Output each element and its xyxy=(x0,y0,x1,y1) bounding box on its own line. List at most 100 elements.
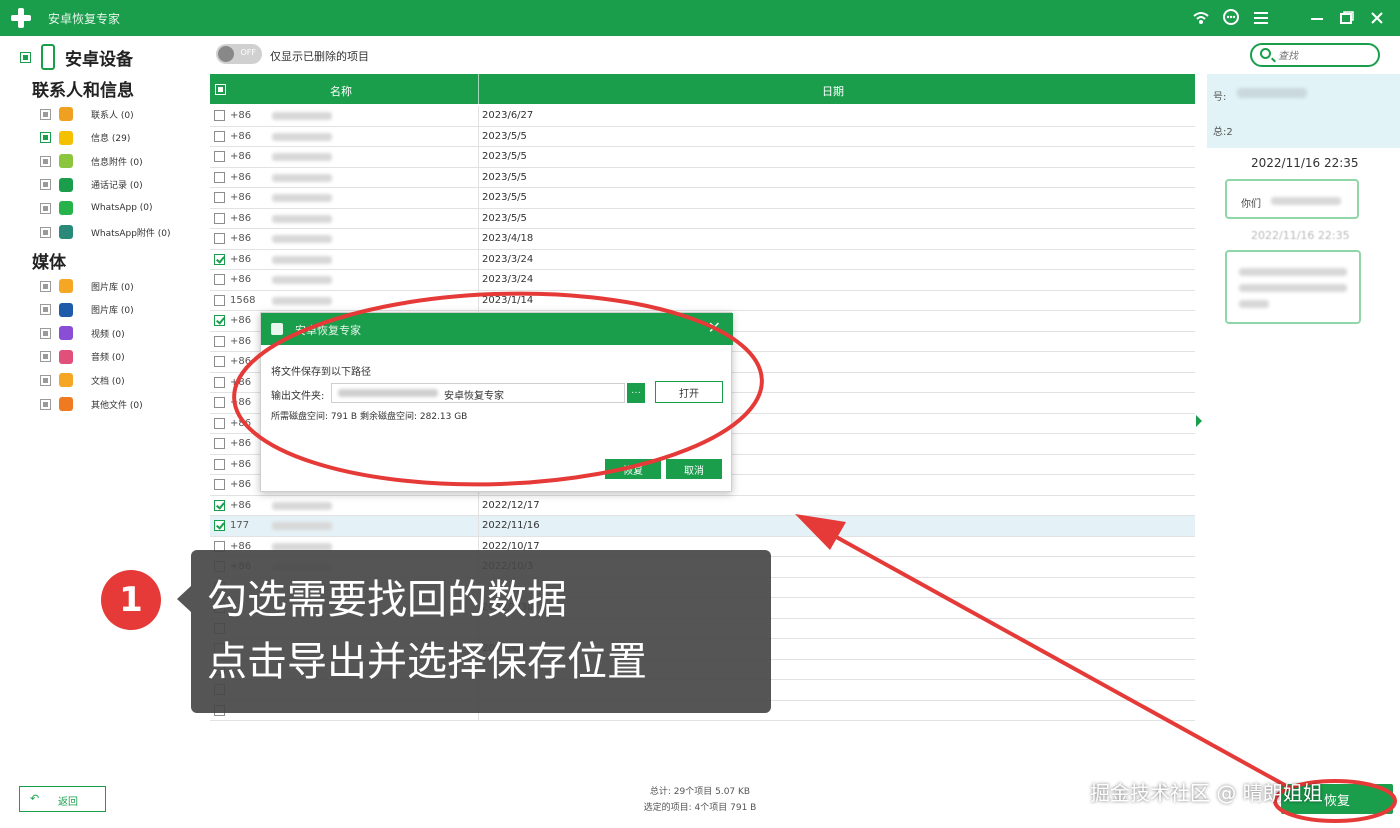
row-checkbox[interactable] xyxy=(214,253,225,265)
device-checkbox[interactable] xyxy=(20,51,31,63)
dialog-close-icon[interactable]: ✕ xyxy=(708,318,721,337)
row-checkbox[interactable] xyxy=(214,458,225,470)
table-row[interactable]: 1568 2023/1/14 xyxy=(210,290,1195,311)
sidebar-item[interactable]: 信息附件 (0) xyxy=(40,151,143,171)
search-input[interactable] xyxy=(1278,47,1374,65)
sidebar-item[interactable]: 音频 (0) xyxy=(40,347,125,367)
save-location-dialog: 安卓恢复专家 ✕ 将文件保存到以下路径 输出文件夹: 安卓恢复专家 ··· 打开… xyxy=(260,312,733,492)
sidebar-item-checkbox[interactable] xyxy=(40,132,51,144)
step-number-badge: 1 xyxy=(101,570,161,630)
wifi-icon[interactable] xyxy=(1192,9,1210,27)
row-checkbox[interactable] xyxy=(214,417,225,429)
row-checkbox[interactable] xyxy=(214,171,225,183)
row-checkbox[interactable] xyxy=(214,233,225,244)
table-row[interactable]: +86 2023/5/5 xyxy=(210,167,1195,188)
row-checkbox[interactable] xyxy=(214,151,225,162)
message-bubble-2 xyxy=(1225,250,1361,324)
sidebar-item-checkbox[interactable] xyxy=(40,179,51,191)
table-row[interactable]: +86 2023/5/5 xyxy=(210,208,1195,229)
row-date: 2023/5/5 xyxy=(482,192,527,203)
row-name: +86 xyxy=(230,356,252,367)
back-button[interactable]: ↶ 返回 xyxy=(19,786,106,812)
row-checkbox[interactable] xyxy=(214,356,225,367)
save-recover-button[interactable]: 恢复 xyxy=(605,459,661,479)
sidebar-item[interactable]: 信息 (29) xyxy=(40,128,130,148)
table-row[interactable]: +86 2022/12/17 xyxy=(210,495,1195,516)
row-date: 2023/4/18 xyxy=(482,233,534,244)
row-checkbox[interactable] xyxy=(214,315,225,326)
table-row[interactable]: +86 2023/5/5 xyxy=(210,188,1195,209)
row-checkbox[interactable] xyxy=(214,499,225,511)
callout-pointer xyxy=(177,586,191,612)
restore-icon[interactable] xyxy=(1338,9,1356,27)
sidebar-item-checkbox[interactable] xyxy=(40,351,51,363)
row-name-redacted xyxy=(272,214,332,223)
sidebar-item[interactable]: 通话记录 (0) xyxy=(40,175,143,195)
row-checkbox[interactable] xyxy=(214,212,225,224)
expand-panel-arrow-icon[interactable] xyxy=(1196,415,1202,427)
browse-button[interactable]: ··· xyxy=(627,383,645,403)
sidebar-item[interactable]: 文档 (0) xyxy=(40,370,125,390)
summary-total: 总计: 29个项目 5.07 KB xyxy=(649,787,751,797)
cancel-button[interactable]: 取消 xyxy=(666,459,722,479)
column-header-date[interactable]: 日期 xyxy=(822,83,844,99)
sidebar-item-checkbox[interactable] xyxy=(40,226,51,238)
sidebar-item-checkbox[interactable] xyxy=(40,202,51,214)
message-redacted-line xyxy=(1239,300,1269,308)
device-row[interactable]: 安卓设备 xyxy=(20,44,133,70)
sidebar-item[interactable]: WhatsApp附件 (0) xyxy=(40,222,171,242)
close-icon[interactable] xyxy=(1368,9,1386,27)
table-row[interactable]: +86 2023/3/24 xyxy=(210,249,1195,270)
sidebar-item[interactable]: 图片库 (0) xyxy=(40,276,134,296)
table-row[interactable]: +86 2023/3/24 xyxy=(210,270,1195,291)
select-all-checkbox[interactable] xyxy=(215,84,226,95)
row-date: 2022/12/17 xyxy=(482,499,540,511)
row-checkbox[interactable] xyxy=(214,130,225,142)
sidebar-item-checkbox[interactable] xyxy=(40,374,51,386)
sidebar-item[interactable]: 图片库 (0) xyxy=(40,300,134,320)
sidebar-item-checkbox[interactable] xyxy=(40,304,51,316)
message-redacted-line xyxy=(1239,268,1347,276)
row-checkbox[interactable] xyxy=(214,438,225,449)
row-checkbox[interactable] xyxy=(214,274,225,285)
message-redacted xyxy=(1271,197,1341,205)
search-box[interactable] xyxy=(1250,43,1380,67)
row-checkbox[interactable] xyxy=(214,520,225,531)
output-folder-label: 输出文件夹: xyxy=(271,391,325,402)
sidebar-item-label: 音频 (0) xyxy=(91,353,125,364)
sidebar-item-checkbox[interactable] xyxy=(40,108,51,120)
chat-icon[interactable] xyxy=(1222,9,1240,27)
open-folder-button[interactable]: 打开 xyxy=(655,381,723,403)
deleted-only-toggle[interactable]: OFF xyxy=(216,44,262,64)
title-bar: 安卓恢复专家 xyxy=(0,0,1400,36)
table-row[interactable]: 177 2022/11/16 xyxy=(210,516,1195,537)
table-row[interactable]: +86 2023/5/5 xyxy=(210,126,1195,147)
row-date: 2023/1/14 xyxy=(482,294,534,306)
dialog-header: 安卓恢复专家 ✕ xyxy=(261,313,733,345)
sidebar-item[interactable]: WhatsApp (0) xyxy=(40,198,153,218)
row-checkbox[interactable] xyxy=(214,192,225,203)
sidebar-item-checkbox[interactable] xyxy=(40,398,51,410)
sidebar-item-checkbox[interactable] xyxy=(40,280,51,292)
output-folder-field[interactable]: 安卓恢复专家 xyxy=(331,383,625,403)
sidebar-item-label: 通话记录 (0) xyxy=(91,181,143,192)
sidebar-item-checkbox[interactable] xyxy=(40,327,51,339)
row-checkbox[interactable] xyxy=(214,397,225,408)
row-name: 177 xyxy=(230,520,250,531)
sidebar-item[interactable]: 联系人 (0) xyxy=(40,104,134,124)
row-checkbox[interactable] xyxy=(214,335,225,347)
row-checkbox[interactable] xyxy=(214,110,225,121)
sidebar-item[interactable]: 其他文件 (0) xyxy=(40,394,143,414)
row-checkbox[interactable] xyxy=(214,376,225,388)
menu-icon[interactable] xyxy=(1252,9,1270,27)
minimize-icon[interactable] xyxy=(1308,9,1326,27)
row-checkbox[interactable] xyxy=(214,294,225,306)
column-header-name[interactable]: 名称 xyxy=(330,83,352,99)
table-row[interactable]: +86 2023/5/5 xyxy=(210,147,1195,168)
row-checkbox[interactable] xyxy=(214,479,225,490)
table-row[interactable]: +86 2023/6/27 xyxy=(210,106,1195,127)
picture-icon xyxy=(59,302,73,317)
sidebar-item[interactable]: 视频 (0) xyxy=(40,323,125,343)
table-row[interactable]: +86 2023/4/18 xyxy=(210,229,1195,250)
sidebar-item-checkbox[interactable] xyxy=(40,155,51,167)
